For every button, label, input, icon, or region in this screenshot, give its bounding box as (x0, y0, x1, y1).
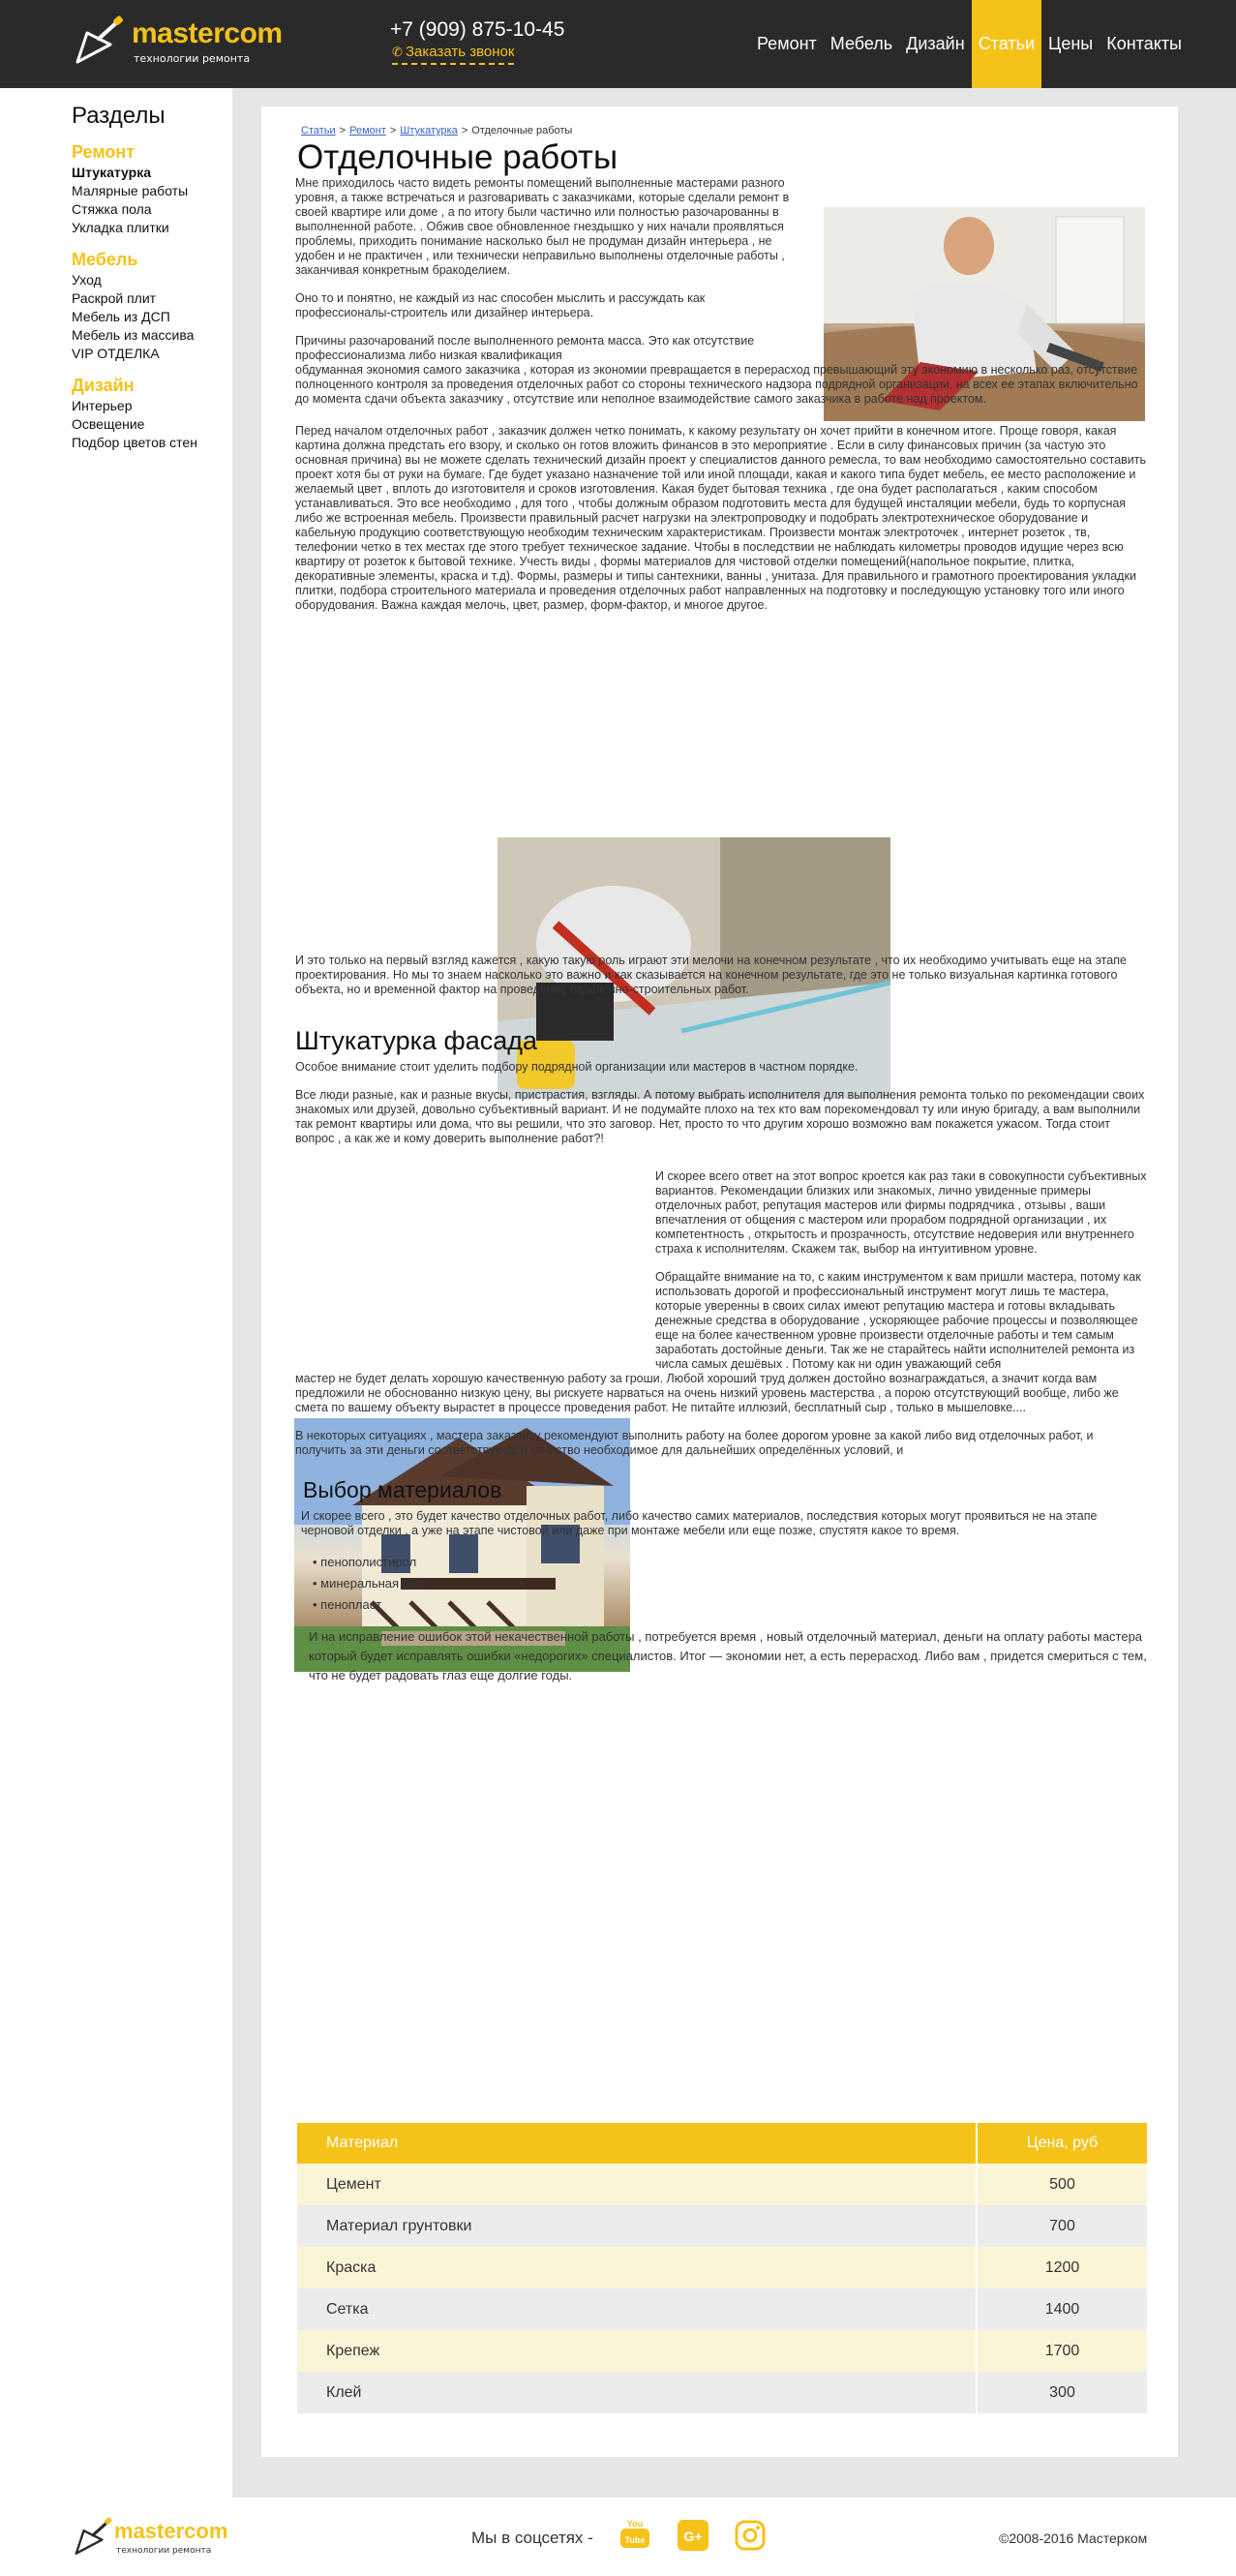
logo[interactable]: mastercom технологии ремонта (72, 14, 314, 72)
price-cell: 1200 (976, 2247, 1147, 2288)
nav-item-furniture[interactable]: Мебель (824, 0, 899, 88)
table-row: Краска 1200 (297, 2247, 1147, 2288)
sidebar-group-repair: Ремонт Штукатурка Малярные работы Стяжка… (72, 142, 246, 237)
sidebar-group-furniture: Мебель Уход Раскрой плит Мебель из ДСП М… (72, 250, 246, 363)
price-cell: 1700 (976, 2330, 1147, 2372)
nav-item-prices[interactable]: Цены (1041, 0, 1100, 88)
price-cell: 500 (976, 2164, 1147, 2205)
sidebar-item-lighting[interactable]: Освещение (72, 415, 246, 434)
article-paragraph: Причины разочарований после выполненного… (295, 334, 755, 362)
article-paragraph: И скорее всего ответ на этот вопрос крое… (655, 1169, 1147, 1256)
logo-name: mastercom (132, 17, 283, 49)
material-cell: Цемент (297, 2164, 977, 2205)
sidebar-item-vip[interactable]: VIP ОТДЕЛКА (72, 345, 246, 363)
article-paragraph: В некоторых ситуациях , мастера заказчик… (295, 1429, 1094, 1457)
footer-logo[interactable]: mastercom технологии ремонта (72, 2517, 265, 2565)
price-cell: 1400 (976, 2288, 1147, 2330)
footer-logo-tagline: технологии ремонта (116, 2546, 212, 2556)
site-footer: mastercom технологии ремонта Мы в соцсет… (0, 2498, 1236, 2576)
article-paragraph: Мне приходилось часто видеть ремонты пом… (295, 176, 790, 277)
footer-logo-name: mastercom (114, 2519, 228, 2543)
google-plus-icon[interactable]: G+ (678, 2519, 708, 2552)
phone-number[interactable]: +7 (909) 875-10-45 (390, 18, 564, 42)
trowel-logo-icon (75, 15, 123, 64)
sidebar-item-plaster[interactable]: Штукатурка (72, 164, 246, 182)
material-cell: Клей (297, 2372, 977, 2413)
sidebar-item-wall-colors[interactable]: Подбор цветов стен (72, 434, 246, 452)
table-row: Клей 300 (297, 2372, 1147, 2413)
site-header: mastercom технологии ремонта +7 (909) 87… (0, 0, 1236, 88)
article-paragraph: И это только на первый взгляд кажется , … (295, 954, 1127, 996)
sidebar-item-painting[interactable]: Малярные работы (72, 182, 246, 200)
sidebar-title: Разделы (72, 103, 166, 129)
sidebar: Разделы Ремонт Штукатурка Малярные работ… (72, 103, 246, 452)
youtube-icon[interactable]: You Tube (619, 2519, 650, 2552)
article-content: Статьи > Ремонт > Штукатурка > Отделочные рабо… (295, 124, 1147, 1699)
table-row: Материал грунтовки 700 (297, 2205, 1147, 2247)
material-cell: Сетка (297, 2288, 977, 2330)
article-paragraph: Оно то и понятно, не каждый из нас спосо… (295, 291, 706, 319)
list-item: минеральная вата (313, 1573, 1147, 1594)
article-paragraph: И скорее всего , это будет качество отде… (301, 1509, 1098, 1537)
article-paragraph: Все люди разные, как и разные вкусы, при… (295, 1088, 1145, 1145)
sidebar-item-tiling[interactable]: Укладка плитки (72, 219, 246, 237)
breadcrumb-link-plaster[interactable]: Штукатурка (400, 125, 458, 136)
table-row: Крепеж 1700 (297, 2330, 1147, 2372)
sidebar-item-chipboard[interactable]: Мебель из ДСП (72, 308, 246, 326)
table-row: Цемент 500 (297, 2164, 1147, 2205)
list-item: пенопласт (313, 1594, 1147, 1616)
nav-item-design[interactable]: Дизайн (899, 0, 972, 88)
table-header-row: Материал Цена, руб (297, 2123, 1147, 2164)
instagram-icon[interactable] (735, 2519, 766, 2552)
article-paragraph: И на исправление ошибок этой некачествен… (309, 1629, 1147, 1682)
article-paragraph: мастер не будет делать хорошую качествен… (295, 1372, 1119, 1414)
material-cell: Крепеж (297, 2330, 977, 2372)
callback-link[interactable]: ✆ Заказать звонок (392, 44, 515, 65)
breadcrumb-link-articles[interactable]: Статьи (301, 125, 336, 136)
sidebar-group-title[interactable]: Ремонт (72, 142, 246, 163)
sidebar-item-screed[interactable]: Стяжка пола (72, 200, 246, 219)
copyright: ©2008-2016 Мастерком (999, 2531, 1148, 2546)
list-item: пенополистирол (313, 1552, 1147, 1573)
sidebar-group-design: Дизайн Интерьер Освещение Подбор цветов … (72, 376, 246, 452)
sidebar-item-interior[interactable]: Интерьер (72, 397, 246, 415)
nav-item-contacts[interactable]: Контакты (1100, 0, 1189, 88)
price-cell: 300 (976, 2372, 1147, 2413)
svg-text:Tube: Tube (625, 2535, 646, 2545)
price-cell: 700 (976, 2205, 1147, 2247)
breadcrumb-current: Отделочные работы (471, 125, 573, 136)
svg-text:G+: G+ (683, 2529, 702, 2544)
material-cell: Краска (297, 2247, 977, 2288)
breadcrumb-link-repair[interactable]: Ремонт (349, 125, 386, 136)
image-spacer (295, 626, 1147, 954)
sidebar-group-title[interactable]: Дизайн (72, 376, 246, 396)
main-nav: Ремонт Мебель Дизайн Статьи Цены Контакт… (750, 0, 1189, 88)
material-cell: Материал грунтовки (297, 2205, 977, 2247)
article-paragraph: Обращайте внимание на то, с каким инстру… (655, 1270, 1141, 1371)
sidebar-item-solid-wood[interactable]: Мебель из массива (72, 326, 246, 345)
column-header-price: Цена, руб (976, 2123, 1147, 2164)
table-row: Сетка 1400 (297, 2288, 1147, 2330)
logo-tagline: технологии ремонта (134, 52, 251, 65)
materials-list: пенополистирол минеральная вата пеноплас… (313, 1552, 1147, 1616)
column-header-material: Материал (297, 2123, 977, 2164)
section-title-facade: Штукатурка фасада (295, 1026, 538, 1055)
article-paragraph: обдуманная экономия самого заказчика , к… (295, 363, 1138, 406)
sidebar-item-board-cutting[interactable]: Раскрой плит (72, 289, 246, 308)
article-paragraph: Особое внимание стоит уделить подбору по… (295, 1060, 859, 1074)
trowel-logo-icon (75, 2517, 112, 2555)
phone-icon: ✆ (392, 45, 403, 59)
sidebar-item-care[interactable]: Уход (72, 271, 246, 289)
svg-text:You: You (627, 2519, 643, 2529)
callback-label: Заказать звонок (406, 44, 515, 60)
nav-item-articles[interactable]: Статьи (971, 0, 1042, 88)
sidebar-group-title[interactable]: Мебель (72, 250, 246, 270)
nav-item-repair[interactable]: Ремонт (750, 0, 824, 88)
social-label: Мы в соцсетях - (471, 2529, 593, 2547)
article-paragraph: Перед началом отделочных работ , заказчи… (295, 424, 1147, 612)
price-table: Материал Цена, руб Цемент 500 Материал гр… (297, 2123, 1147, 2413)
breadcrumb: Статьи > Ремонт > Штукатурка > Отделочные рабо… (301, 125, 573, 136)
section-title-materials: Выбор материалов (303, 1477, 502, 1502)
page-title: Отделочные работы (297, 138, 618, 176)
